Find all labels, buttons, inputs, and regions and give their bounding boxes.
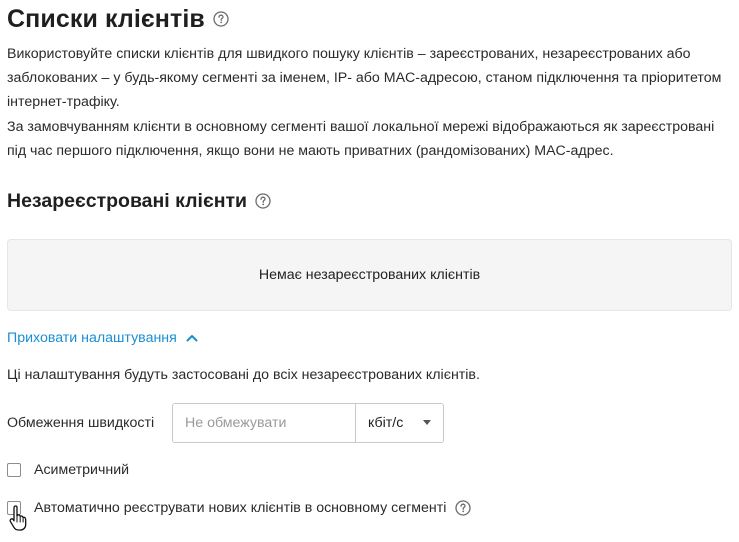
unregistered-section-header: Незареєстровані клієнти	[7, 188, 271, 214]
section-title: Незареєстровані клієнти	[7, 189, 248, 212]
asymmetric-option[interactable]: Асиметричний	[7, 461, 129, 479]
auto-register-option[interactable]: Автоматично реєструвати нових клієнтів в…	[7, 499, 472, 517]
asymmetric-label: Асиметричний	[34, 462, 130, 478]
asymmetric-checkbox[interactable]	[7, 463, 21, 477]
page-title: Списки клієнтів	[7, 4, 205, 33]
page-description: Використовуйте списки клієнтів для швидк…	[7, 42, 733, 163]
hide-settings-label: Приховати налаштування	[7, 330, 177, 346]
speed-limit-label: Обмеження швидкості	[7, 415, 155, 431]
caret-down-icon	[423, 420, 431, 425]
question-circle-icon[interactable]	[213, 11, 229, 27]
auto-register-checkbox[interactable]	[7, 501, 21, 515]
auto-register-label: Автоматично реєструвати нових клієнтів в…	[34, 500, 447, 516]
question-circle-icon[interactable]	[455, 500, 472, 516]
hide-settings-link[interactable]: Приховати налаштування	[7, 329, 198, 347]
chevron-up-icon	[186, 334, 198, 342]
speed-limit-control: кбіт/с	[172, 403, 444, 443]
speed-unit-value: кбіт/с	[368, 415, 404, 431]
page-title-row: Списки клієнтів	[7, 3, 229, 35]
question-circle-icon[interactable]	[255, 193, 271, 209]
unregistered-clients-empty-state: Немає незареєстрованих клієнтів	[7, 239, 732, 311]
speed-unit-select[interactable]: кбіт/с	[355, 404, 443, 442]
empty-state-text: Немає незареєстрованих клієнтів	[258, 267, 481, 283]
description-paragraph-1: Використовуйте списки клієнтів для швидк…	[7, 46, 722, 111]
description-paragraph-2: За замовчуванням клієнти в основному сег…	[7, 118, 715, 159]
speed-limit-input[interactable]	[173, 404, 355, 442]
speed-limit-row: Обмеження швидкості кбіт/с	[7, 403, 444, 443]
settings-note: Ці налаштування будуть застосовані до вс…	[7, 367, 480, 383]
